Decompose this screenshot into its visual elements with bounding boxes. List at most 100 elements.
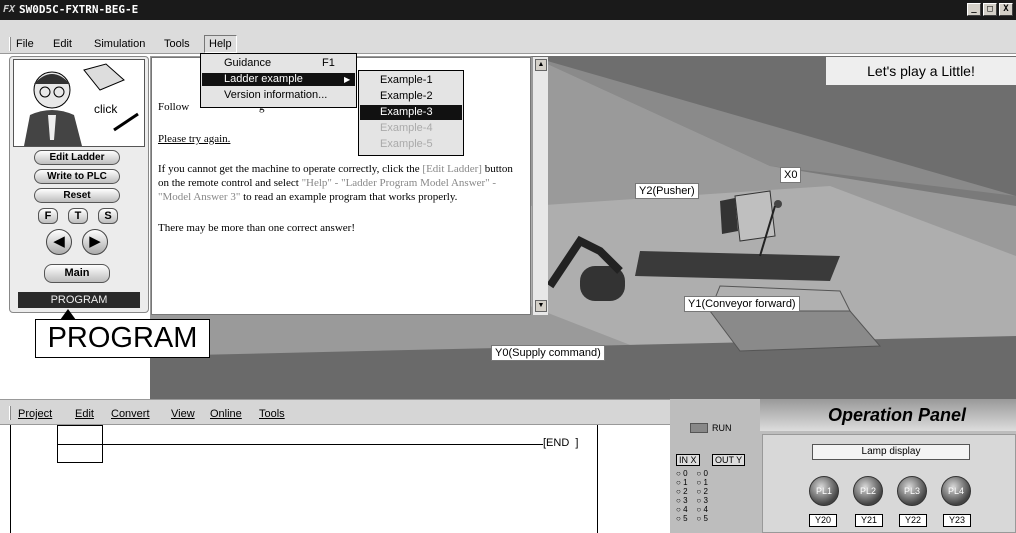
menu-file[interactable]: File — [16, 38, 34, 50]
main-button[interactable]: Main — [44, 264, 110, 283]
previous-arrow-icon[interactable]: ◀ — [46, 229, 72, 255]
menu-grip — [9, 37, 11, 51]
menu-tools[interactable]: Tools — [164, 38, 190, 50]
program-callout: PROGRAM — [35, 319, 210, 358]
para-text-c: to read an example program that works pr… — [240, 191, 458, 203]
scroll-up-icon[interactable]: ▲ — [535, 59, 547, 71]
ladder-diagram[interactable]: [END ] — [10, 425, 598, 533]
guide-character-graphic — [24, 63, 139, 146]
menu-item-example-1[interactable]: Example-1 — [360, 73, 462, 88]
title-bar: FX SW0D5C-FXTRN-BEG-E _ □ X — [0, 0, 1016, 20]
next-arrow-icon[interactable]: ▶ — [82, 229, 108, 255]
menu-simulation[interactable]: Simulation — [94, 38, 145, 50]
t-button[interactable]: T — [68, 208, 88, 224]
mode-indicator: PROGRAM — [18, 292, 140, 308]
instruction-paragraph: If you cannot get the machine to operate… — [158, 162, 518, 204]
ladder-menu-tools[interactable]: Tools — [259, 408, 285, 420]
menu-item-example-2[interactable]: Example-2 — [360, 89, 462, 104]
io-number: 1 — [683, 478, 688, 487]
s-button[interactable]: S — [98, 208, 118, 224]
end-instruction: [END ] — [543, 437, 579, 449]
io-status-list: ○ 0 ○ 0 ○ 1 ○ 1 ○ 2 ○ 2 ○ 3 ○ 3 ○ 4 ○ 4 … — [676, 469, 746, 523]
scene-banner: Let's play a Little! — [826, 57, 1016, 85]
io-number: 0 — [703, 469, 708, 478]
menu-item-ladder-example[interactable]: Ladder example ▶ — [202, 73, 355, 86]
io-row: ○ 5 ○ 5 — [676, 514, 708, 523]
instruction-line1-start: Follow — [158, 101, 190, 113]
remote-control: click Edit Ladder Write to PLC Reset F T… — [9, 56, 149, 313]
guidance-shortcut: F1 — [322, 57, 335, 69]
io-number: 0 — [683, 469, 688, 478]
output-y21-label: Y21 — [855, 514, 883, 527]
output-y22-label: Y22 — [899, 514, 927, 527]
io-row: ○ 2 ○ 2 — [676, 487, 708, 496]
write-to-plc-button[interactable]: Write to PLC — [34, 169, 120, 184]
io-number: 5 — [683, 514, 688, 523]
ladder-menu-convert[interactable]: Convert — [111, 408, 150, 420]
edit-ladder-button[interactable]: Edit Ladder — [34, 150, 120, 165]
label-x0: X0 — [780, 167, 802, 183]
instruction-line1: Follow g — [158, 100, 265, 114]
lamp-pl4-icon: PL4 — [941, 476, 971, 506]
label-y1-conveyor: Y1(Conveyor forward) — [684, 296, 800, 312]
scroll-down-icon[interactable]: ▼ — [535, 300, 547, 312]
lamp-pl3-icon: PL3 — [897, 476, 927, 506]
label-y0-supply: Y0(Supply command) — [491, 345, 605, 361]
maximize-button[interactable]: □ — [983, 3, 997, 16]
io-number: 2 — [683, 487, 688, 496]
ladder-menu-bar: Project Edit Convert View Online Tools — [0, 399, 670, 425]
ladder-menu-online[interactable]: Online — [210, 408, 242, 420]
in-x-header: IN X — [676, 454, 700, 466]
run-indicator-icon — [690, 423, 708, 433]
lamp-pl2-icon: PL2 — [853, 476, 883, 506]
menu-item-example-3[interactable]: Example-3 — [360, 105, 462, 120]
para-text-a: If you cannot get the machine to operate… — [158, 163, 423, 175]
menu-item-guidance[interactable]: Guidance F1 — [202, 57, 355, 70]
ladder-menu-grip — [9, 406, 11, 420]
guidance-label: Guidance — [224, 57, 272, 69]
ladder-menu-project[interactable]: Project — [18, 408, 52, 420]
window-title: SW0D5C-FXTRN-BEG-E — [19, 3, 139, 16]
menu-help[interactable]: Help — [204, 35, 237, 53]
instruction-note: There may be more than one correct answe… — [158, 222, 355, 234]
lamp-display-label: Lamp display — [812, 444, 970, 460]
menu-item-example-5: Example-5 — [380, 138, 433, 150]
ladder-rung-line — [103, 444, 543, 445]
menu-item-version[interactable]: Version information... — [202, 89, 355, 102]
guide-character-icon[interactable]: click — [13, 59, 145, 147]
f-button[interactable]: F — [38, 208, 58, 224]
io-number: 1 — [703, 478, 708, 487]
reset-button[interactable]: Reset — [34, 188, 120, 203]
menu-edit[interactable]: Edit — [53, 38, 72, 50]
minimize-button[interactable]: _ — [967, 3, 981, 16]
example-submenu: Example-1 Example-2 Example-3 Example-4 … — [358, 70, 464, 156]
io-row: ○ 1 ○ 1 — [676, 478, 708, 487]
close-button[interactable]: X — [999, 3, 1013, 16]
ladder-cursor-divider — [57, 444, 103, 445]
help-dropdown: Guidance F1 Ladder example ▶ Version inf… — [200, 53, 357, 108]
output-y20-label: Y20 — [809, 514, 837, 527]
instruction-scrollbar[interactable]: ▲ ▼ — [532, 57, 548, 315]
operation-panel: Operation Panel RUN IN X OUT Y ○ 0 ○ 0 ○… — [670, 399, 1016, 533]
io-row: ○ 0 ○ 0 — [676, 469, 708, 478]
output-y23-label: Y23 — [943, 514, 971, 527]
io-number: 4 — [683, 505, 688, 514]
ladder-example-label: Ladder example — [224, 73, 303, 85]
panel-title: Operation Panel — [828, 405, 967, 425]
io-number: 3 — [703, 496, 708, 505]
try-again-text: Please try again. — [158, 133, 231, 145]
lamp-pl1-icon: PL1 — [809, 476, 839, 506]
menu-item-example-4: Example-4 — [380, 122, 433, 134]
io-number: 3 — [683, 496, 688, 505]
app-logo-icon: FX — [3, 4, 16, 15]
io-number: 4 — [703, 505, 708, 514]
ladder-menu-edit[interactable]: Edit — [75, 408, 94, 420]
submenu-arrow-icon: ▶ — [344, 75, 351, 84]
menu-bar: File Edit Simulation Tools Help — [0, 20, 1016, 54]
run-label: RUN — [712, 423, 732, 433]
click-caption: click — [94, 102, 118, 116]
io-number: 5 — [703, 514, 708, 523]
ladder-menu-view[interactable]: View — [171, 408, 195, 420]
conveyor-belt — [635, 251, 840, 281]
io-row: ○ 3 ○ 3 — [676, 496, 708, 505]
